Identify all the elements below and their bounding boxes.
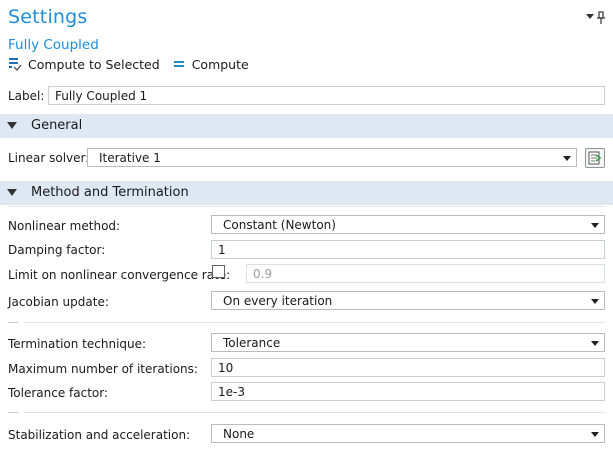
max-iterations-input[interactable]: 10 — [211, 358, 605, 377]
chevron-down-icon — [591, 299, 599, 304]
go-to-source-button[interactable] — [585, 148, 605, 168]
chevron-down-icon — [563, 156, 571, 161]
divider — [24, 322, 605, 323]
max-iterations-label: Maximum number of iterations: — [8, 362, 198, 376]
chevron-down-icon — [591, 341, 599, 346]
compute-button[interactable]: Compute — [172, 57, 249, 72]
settings-title: Settings — [8, 6, 88, 28]
divider — [8, 206, 605, 207]
section-general-title: General — [31, 118, 83, 133]
linear-solver-value: Iterative 1 — [99, 151, 161, 165]
nonlinear-method-label: Nonlinear method: — [8, 219, 121, 233]
compute-label: Compute — [191, 56, 249, 72]
stabilization-value: None — [223, 427, 255, 441]
node-subtitle: Fully Coupled — [8, 37, 99, 53]
termination-technique-label: Termination technique: — [8, 337, 147, 351]
tolerance-factor-label: Tolerance factor: — [8, 386, 109, 400]
linear-solver-label: Linear solver: — [8, 151, 90, 165]
section-method-termination[interactable]: Method and Termination — [0, 181, 613, 205]
chevron-down-icon — [591, 223, 599, 228]
divider — [24, 412, 605, 413]
collapse-arrow-icon — [7, 122, 17, 129]
pin-dropdown-icon[interactable] — [584, 11, 606, 25]
label-input[interactable]: Fully Coupled 1 — [48, 86, 605, 105]
separator-grip — [8, 412, 18, 413]
stabilization-label: Stabilization and acceleration: — [8, 428, 191, 442]
nonlinear-method-select[interactable]: Constant (Newton) — [211, 215, 605, 234]
convergence-limit-checkbox[interactable] — [212, 265, 225, 278]
toolbar: Compute to Selected Compute — [8, 56, 249, 72]
separator-grip — [8, 322, 18, 323]
linear-solver-select[interactable]: Iterative 1 — [87, 148, 577, 167]
convergence-limit-input[interactable]: 0.9 — [246, 264, 605, 283]
compute-to-selected-button[interactable]: Compute to Selected — [8, 57, 160, 72]
damping-factor-input[interactable]: 1 — [211, 240, 605, 259]
termination-technique-value: Tolerance — [223, 336, 281, 350]
section-general[interactable]: General — [0, 114, 613, 138]
nonlinear-method-value: Constant (Newton) — [223, 218, 336, 232]
compute-icon — [172, 57, 186, 71]
termination-technique-select[interactable]: Tolerance — [211, 333, 605, 352]
damping-factor-label: Damping factor: — [8, 243, 106, 257]
jacobian-update-value: On every iteration — [223, 294, 333, 308]
go-to-source-icon — [588, 151, 602, 165]
jacobian-update-select[interactable]: On every iteration — [211, 291, 605, 310]
compute-to-selected-label: Compute to Selected — [28, 56, 160, 72]
compute-to-selected-icon — [8, 57, 22, 71]
tolerance-factor-input[interactable]: 1e-3 — [211, 382, 605, 401]
convergence-limit-label: Limit on nonlinear convergence rate: — [8, 268, 231, 282]
stabilization-select[interactable]: None — [211, 424, 605, 443]
chevron-down-icon — [591, 432, 599, 437]
collapse-arrow-icon — [7, 189, 17, 196]
section-method-title: Method and Termination — [31, 185, 189, 200]
jacobian-update-label: Jacobian update: — [8, 295, 109, 309]
label-field-label: Label: — [8, 89, 45, 103]
